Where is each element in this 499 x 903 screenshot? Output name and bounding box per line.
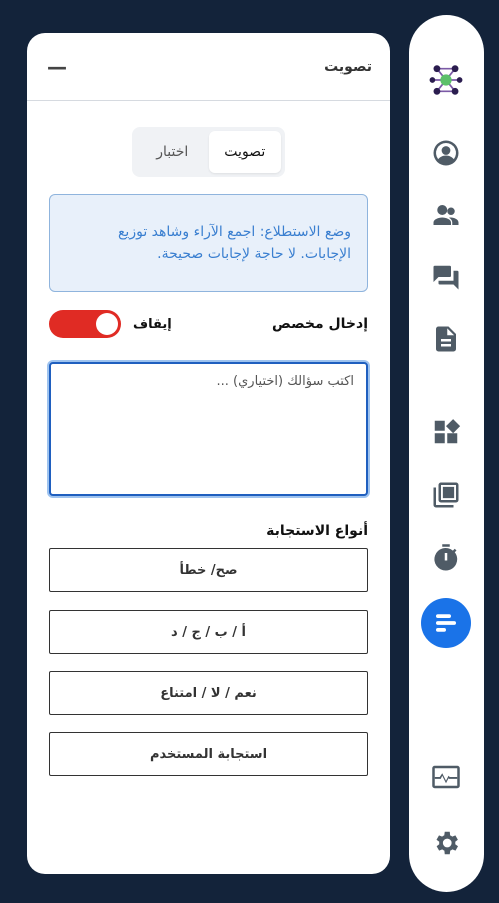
activity-monitor-icon[interactable]	[421, 752, 471, 802]
mode-tabs: تصويت اختبار	[132, 127, 285, 177]
minimize-button[interactable]: —	[47, 57, 67, 77]
tab-poll[interactable]: تصويت	[208, 131, 281, 173]
custom-entry-row: إدخال مخصص إيقاف	[49, 309, 368, 339]
response-types-title: أنواع الاستجابة	[266, 523, 368, 539]
custom-entry-toggle-group: إيقاف	[49, 310, 172, 338]
custom-entry-label: إدخال مخصص	[271, 316, 368, 332]
account-circle-icon[interactable]	[421, 128, 471, 178]
toggle-state-label: إيقاف	[133, 316, 172, 332]
poll-mode-info: وضع الاستطلاع: اجمع الآراء وشاهد توزيع ا…	[49, 194, 368, 292]
poll-icon[interactable]	[421, 598, 471, 648]
response-type-user-response[interactable]: استجابة المستخدم	[49, 732, 368, 776]
panel-header: تصويت —	[27, 33, 390, 101]
people-icon[interactable]	[421, 190, 471, 240]
settings-icon[interactable]	[421, 818, 471, 868]
widgets-icon[interactable]	[421, 407, 471, 457]
panel-title: تصويت	[324, 58, 372, 75]
chat-icon[interactable]	[421, 252, 471, 302]
response-type-abcd[interactable]: أ / ب / ج / د	[49, 610, 368, 654]
poll-panel: تصويت — تصويت اختبار وضع الاستطلاع: اجمع…	[27, 33, 390, 874]
toggle-knob	[96, 313, 118, 335]
sidebar-rail	[409, 15, 484, 892]
document-icon[interactable]	[421, 314, 471, 364]
response-type-yes-no-abstain[interactable]: نعم / لا / امتناع	[49, 671, 368, 715]
logo-icon	[421, 55, 471, 105]
tab-quiz[interactable]: اختبار	[136, 131, 209, 173]
library-icon[interactable]	[421, 470, 471, 520]
question-input[interactable]	[49, 362, 368, 496]
timer-icon[interactable]	[421, 533, 471, 583]
custom-entry-toggle[interactable]	[49, 310, 121, 338]
response-type-true-false[interactable]: صح/ خطأ	[49, 548, 368, 592]
